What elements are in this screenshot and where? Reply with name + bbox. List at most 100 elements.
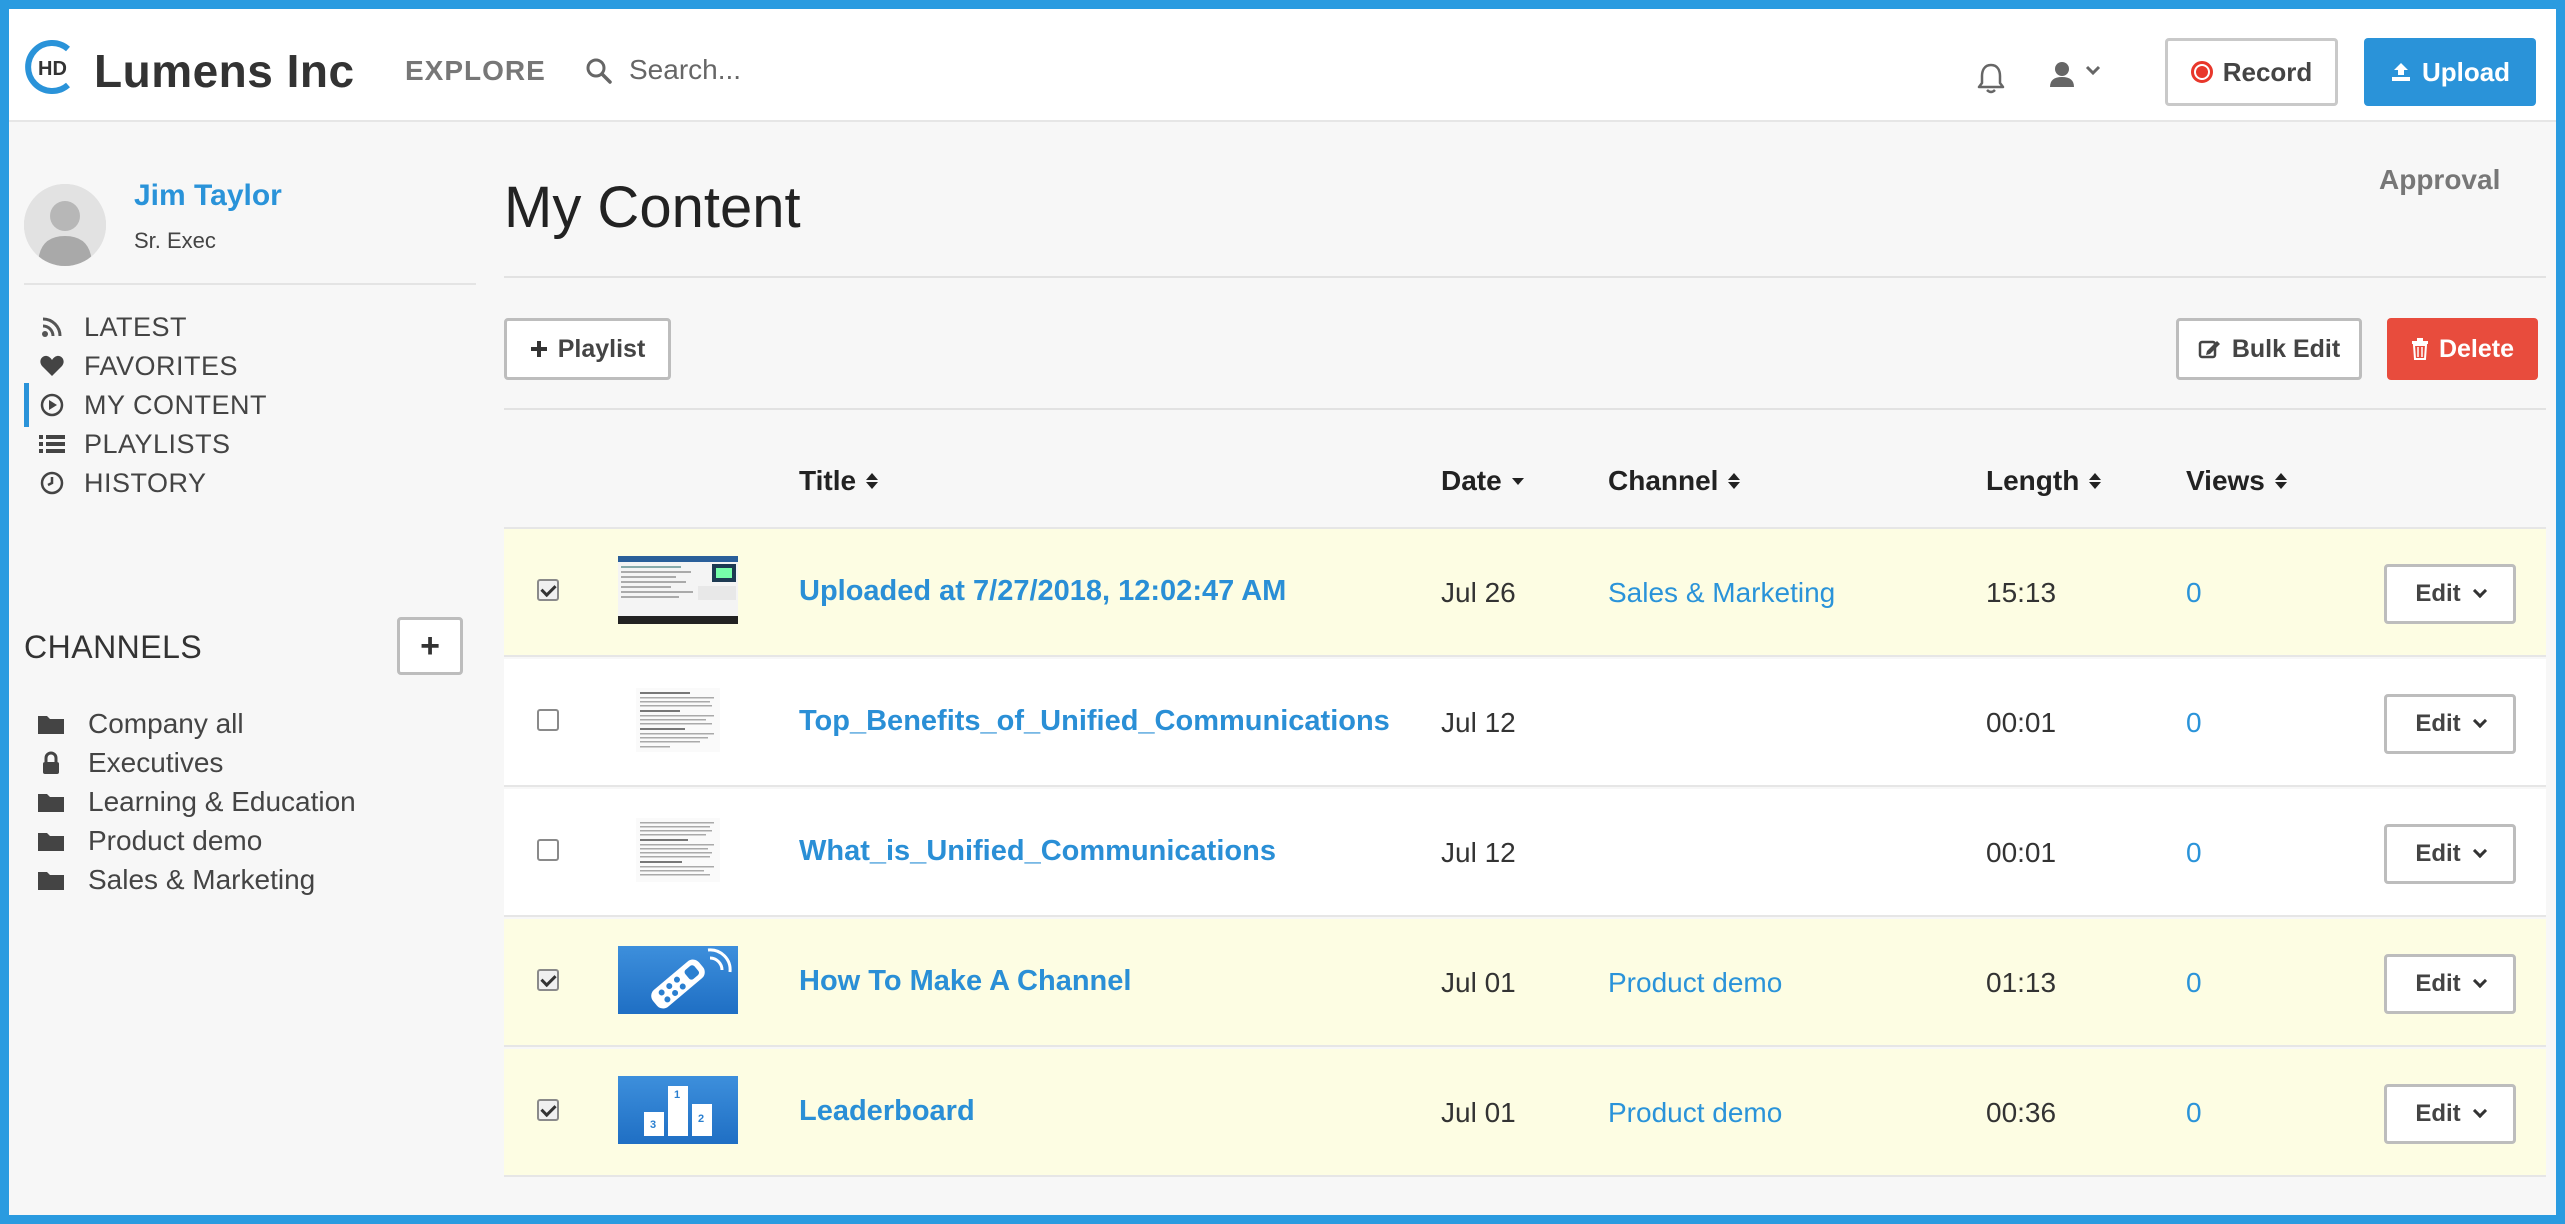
edit-label: Edit (2415, 840, 2461, 867)
video-channel-link[interactable]: Product demo (1608, 967, 1782, 999)
edit-label: Edit (2415, 710, 2461, 737)
nav-history[interactable]: HISTORY (24, 461, 464, 505)
column-header-channel[interactable]: Channel (1608, 465, 1741, 497)
user-menu[interactable] (2047, 59, 2117, 93)
explore-link[interactable]: EXPLORE (405, 55, 546, 87)
table-row[interactable]: What_is_Unified_Communications Jul 12 00… (504, 789, 2546, 917)
channel-label: Executives (88, 747, 224, 778)
user-role: Sr. Exec (134, 228, 216, 253)
delete-button[interactable]: Delete (2387, 318, 2538, 380)
chevron-down-icon (2472, 843, 2487, 859)
channel-label: Sales & Marketing (88, 864, 316, 895)
divider (504, 408, 2546, 410)
video-date: Jul 01 (1441, 967, 1516, 998)
top-bar: HD Lumens Inc EXPLORE Record (9, 9, 2556, 122)
sort-icon (866, 473, 879, 489)
channel-label: Learning & Education (88, 786, 356, 817)
channel-item[interactable]: Product demo (24, 819, 464, 863)
column-header-date[interactable]: Date (1441, 465, 1524, 497)
bulk-edit-button[interactable]: Bulk Edit (2176, 318, 2362, 380)
table-row[interactable]: 1 3 2 Leaderboard Jul 01 Product demo 00… (504, 1049, 2546, 1177)
edit-dropdown-button[interactable]: Edit (2384, 824, 2516, 884)
video-length: 00:01 (1986, 707, 2057, 738)
sort-desc-icon (1511, 477, 1524, 485)
row-checkbox[interactable] (537, 579, 559, 601)
chevron-down-icon (2472, 583, 2487, 599)
user-icon (2050, 62, 2101, 87)
channels-heading: CHANNELS (24, 629, 203, 665)
video-channel-link[interactable]: Sales & Marketing (1608, 577, 1835, 609)
channel-item[interactable]: Sales & Marketing (24, 858, 464, 902)
video-date: Jul 01 (1441, 1097, 1516, 1128)
edit-label: Edit (2415, 1100, 2461, 1127)
video-title-link[interactable]: Uploaded at 7/27/2018, 12:02:47 AM (799, 575, 1286, 608)
video-thumbnail[interactable] (618, 946, 738, 1014)
row-checkbox[interactable] (537, 839, 559, 861)
video-views[interactable]: 0 (2186, 1097, 2202, 1129)
lock-icon (36, 748, 66, 778)
nav-label: PLAYLISTS (84, 428, 231, 459)
bulk-edit-label: Bulk Edit (2231, 334, 2341, 363)
video-views[interactable]: 0 (2186, 967, 2202, 999)
column-label: Title (799, 465, 857, 496)
nav-label: HISTORY (84, 467, 207, 498)
upload-icon (2391, 63, 2410, 81)
table-row[interactable]: Uploaded at 7/27/2018, 12:02:47 AM Jul 2… (504, 529, 2546, 657)
chevron-down-icon (2472, 713, 2487, 729)
user-name[interactable]: Jim Taylor (134, 179, 282, 213)
video-length: 15:13 (1986, 577, 2057, 608)
column-header-length[interactable]: Length (1986, 465, 2102, 497)
trash-icon (2411, 338, 2428, 360)
video-views[interactable]: 0 (2186, 707, 2202, 739)
document-thumbnail[interactable] (618, 686, 738, 754)
edit-dropdown-button[interactable]: Edit (2384, 694, 2516, 754)
video-title-link[interactable]: How To Make A Channel (799, 965, 1131, 998)
nav-playlists[interactable]: PLAYLISTS (24, 422, 464, 466)
record-button[interactable]: Record (2165, 38, 2338, 106)
page-title: My Content (504, 175, 801, 240)
edit-dropdown-button[interactable]: Edit (2384, 954, 2516, 1014)
approval-tab[interactable]: Approval (2379, 164, 2500, 196)
video-title-link[interactable]: Leaderboard (799, 1095, 975, 1128)
svg-text:1: 1 (674, 1089, 680, 1101)
nav-my-content[interactable]: MY CONTENT (24, 383, 464, 427)
record-label: Record (2222, 56, 2313, 87)
channel-item[interactable]: Executives (24, 741, 464, 785)
logo-icon[interactable]: HD (24, 39, 80, 95)
column-header-views[interactable]: Views (2186, 465, 2287, 497)
folder-icon (36, 826, 66, 856)
chevron-down-icon (2472, 973, 2487, 989)
edit-dropdown-button[interactable]: Edit (2384, 564, 2516, 624)
channel-item[interactable]: Learning & Education (24, 780, 464, 824)
video-title-link[interactable]: Top_Benefits_of_Unified_Communications (799, 705, 1390, 738)
brand-name[interactable]: Lumens Inc (94, 44, 355, 98)
column-header-title[interactable]: Title (799, 465, 879, 497)
search-input[interactable] (629, 49, 1049, 91)
video-thumbnail[interactable] (618, 556, 738, 624)
edit-dropdown-button[interactable]: Edit (2384, 1084, 2516, 1144)
row-checkbox[interactable] (537, 969, 559, 991)
folder-icon (36, 787, 66, 817)
nav-latest[interactable]: LATEST (24, 305, 464, 349)
bell-icon[interactable] (1975, 61, 2007, 95)
upload-button[interactable]: Upload (2364, 38, 2536, 106)
video-views[interactable]: 0 (2186, 837, 2202, 869)
table-row[interactable]: How To Make A Channel Jul 01 Product dem… (504, 919, 2546, 1047)
row-checkbox[interactable] (537, 709, 559, 731)
video-views[interactable]: 0 (2186, 577, 2202, 609)
document-thumbnail[interactable] (618, 816, 738, 884)
video-channel-link[interactable]: Product demo (1608, 1097, 1782, 1129)
video-title-link[interactable]: What_is_Unified_Communications (799, 835, 1276, 868)
video-thumbnail[interactable]: 1 3 2 (618, 1076, 738, 1144)
nav-favorites[interactable]: FAVORITES (24, 344, 464, 388)
table-row[interactable]: Top_Benefits_of_Unified_Communications J… (504, 659, 2546, 787)
row-checkbox[interactable] (537, 1099, 559, 1121)
avatar[interactable] (24, 184, 106, 266)
playlist-label: Playlist (557, 334, 646, 363)
upload-label: Upload (2421, 56, 2511, 87)
sort-icon (1728, 473, 1741, 489)
add-channel-button[interactable]: + (397, 617, 463, 675)
sort-icon (2274, 473, 2287, 489)
add-playlist-button[interactable]: Playlist (504, 318, 671, 380)
channel-item[interactable]: Company all (24, 702, 464, 746)
